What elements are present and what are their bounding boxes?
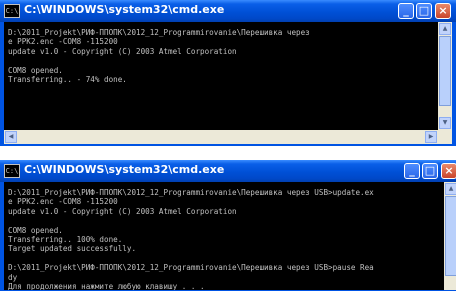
scroll-thumb[interactable] <box>445 196 456 276</box>
minimize-button[interactable]: _ <box>404 163 420 179</box>
scroll-up-button[interactable]: ▲ <box>439 23 451 35</box>
console-output[interactable]: D:\2011_Projekt\РИФ-ППОПК\2012_12_Progra… <box>4 182 444 290</box>
scroll-up-button[interactable]: ▲ <box>445 183 456 195</box>
minimize-button[interactable]: _ <box>398 3 414 19</box>
horizontal-scrollbar[interactable]: ◀ ▶ <box>4 130 438 144</box>
close-button[interactable]: × <box>441 163 456 179</box>
cmd-window-1: C:\ C:\WINDOWS\system32\cmd.exe _ □ × D:… <box>0 0 456 146</box>
scroll-left-button[interactable]: ◀ <box>5 131 17 143</box>
scroll-down-button[interactable]: ▼ <box>439 117 451 129</box>
scroll-thumb[interactable] <box>439 36 451 106</box>
vertical-scrollbar[interactable]: ▲ <box>444 182 456 290</box>
window-title: C:\WINDOWS\system32\cmd.exe <box>24 163 225 176</box>
window-title: C:\WINDOWS\system32\cmd.exe <box>24 3 225 16</box>
vertical-scrollbar[interactable]: ▲ ▼ <box>438 22 452 130</box>
maximize-button[interactable]: □ <box>422 163 438 179</box>
scroll-right-button[interactable]: ▶ <box>425 131 437 143</box>
cmd-app-icon[interactable]: C:\ <box>4 164 20 178</box>
console-output[interactable]: D:\2011_Projekt\РИФ-ППОПК\2012_12_Progra… <box>4 22 438 130</box>
window-titlebar[interactable]: C:\ C:\WINDOWS\system32\cmd.exe _ □ × <box>0 160 456 182</box>
close-button[interactable]: × <box>435 3 451 19</box>
cmd-window-2: C:\ C:\WINDOWS\system32\cmd.exe _ □ × D:… <box>0 160 456 291</box>
scrollbar-corner <box>438 130 452 144</box>
cmd-app-icon[interactable]: C:\ <box>4 4 20 18</box>
window-titlebar[interactable]: C:\ C:\WINDOWS\system32\cmd.exe _ □ × <box>0 0 456 22</box>
maximize-button[interactable]: □ <box>416 3 432 19</box>
